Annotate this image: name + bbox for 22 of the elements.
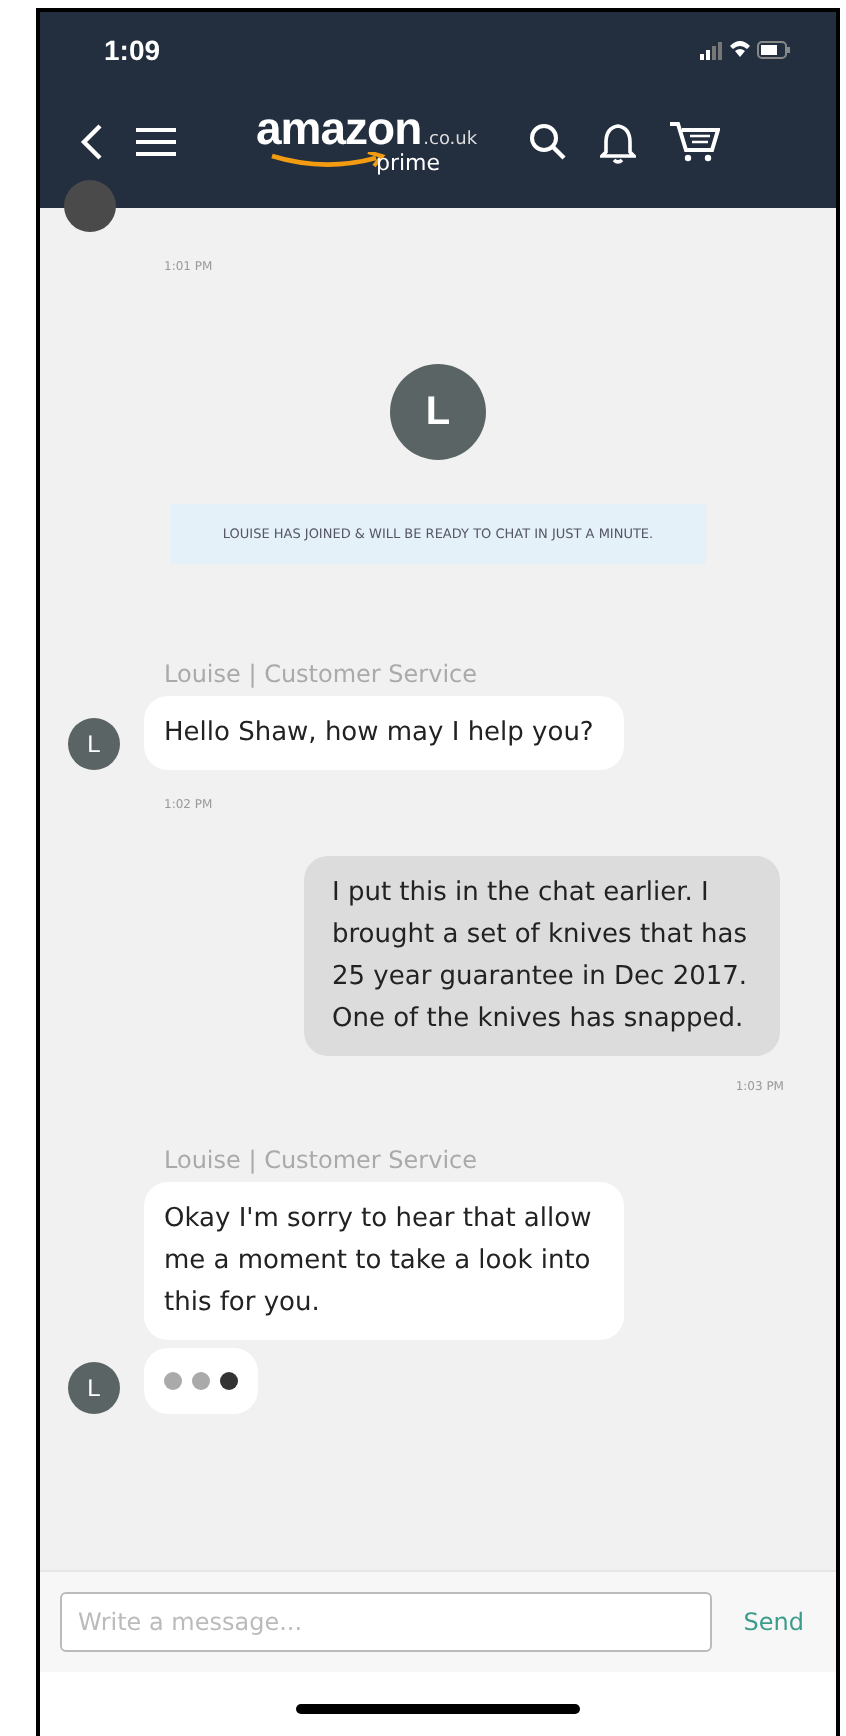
- search-icon[interactable]: [528, 122, 568, 162]
- user-message: I put this in the chat earlier. I brought a set of knives that has 25 year guarantee in Dec 2017. One of the knives has snapped.: [304, 856, 780, 1056]
- avatar-icon: [64, 180, 116, 232]
- typing-indicator: [144, 1348, 258, 1414]
- back-icon[interactable]: [80, 122, 104, 162]
- status-icons: [700, 38, 792, 62]
- bell-icon[interactable]: [600, 121, 636, 163]
- cart-icon[interactable]: [668, 120, 720, 164]
- logo-text: amazon: [256, 102, 422, 154]
- logo-prime: prime: [376, 150, 441, 176]
- logo-domain: .co.uk: [423, 130, 478, 150]
- sender-name: Louise | Customer Service: [164, 1146, 480, 1174]
- agent-message: Hello Shaw, how may I help you?: [144, 696, 624, 770]
- menu-icon[interactable]: [136, 126, 176, 158]
- agent-avatar: L: [68, 1362, 120, 1414]
- agent-avatar: L: [68, 718, 120, 770]
- agent-avatar: L: [390, 364, 486, 460]
- status-time: 1:09: [104, 34, 161, 66]
- message-input[interactable]: Write a message...: [60, 1592, 712, 1652]
- agent-message: Okay I'm sorry to hear that allow me a moment to take a look into this for you.: [144, 1182, 624, 1340]
- send-button[interactable]: Send: [735, 1600, 812, 1644]
- sender-name: Louise | Customer Service: [164, 660, 480, 688]
